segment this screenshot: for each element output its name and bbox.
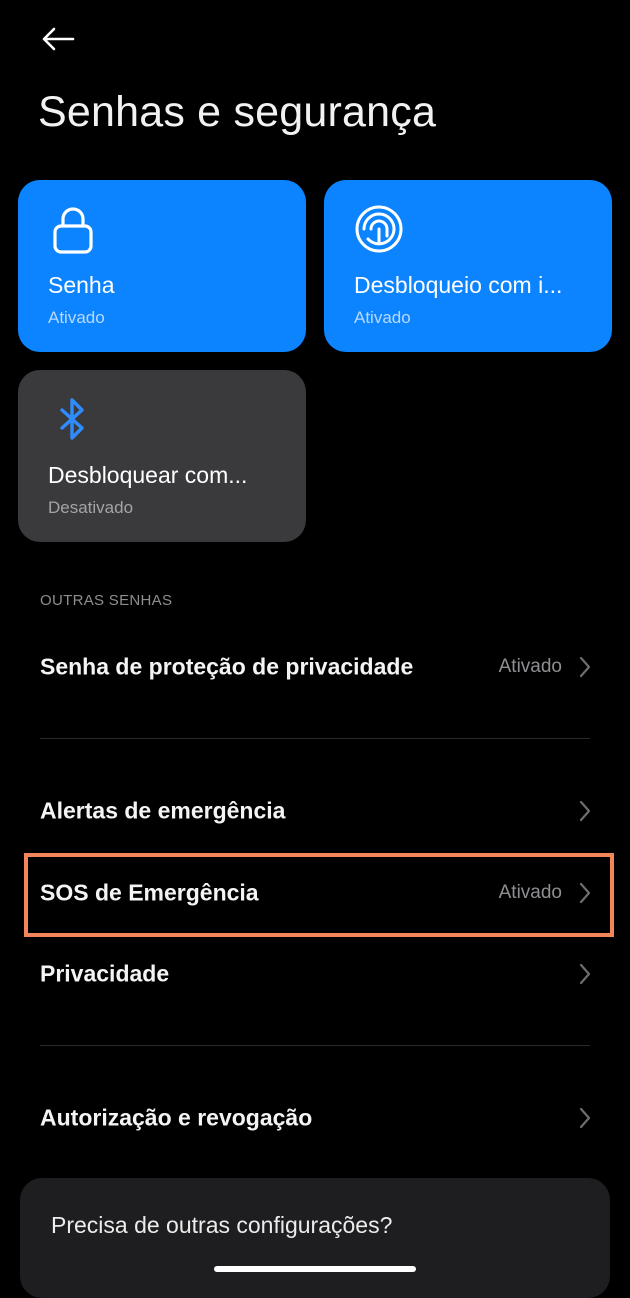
back-button[interactable] [30,16,86,62]
privacy-protection-password-row[interactable]: Senha de proteção de privacidade Ativado [0,632,630,702]
arrow-left-icon [42,27,75,51]
authorization-revocation-row[interactable]: Autorização e revogação [0,1083,630,1153]
row-label: Autorização e revogação [40,1104,313,1131]
chevron-right-icon [579,963,591,985]
row-label: Privacidade [40,960,170,987]
card-status: Desativado [48,498,134,517]
card-status: Ativado [48,308,105,327]
face-unlock-card[interactable]: Desbloqueio com i... Ativado [324,180,612,352]
row-value: Ativado [498,882,562,903]
divider [40,738,590,739]
row-label: SOS de Emergência [40,879,259,906]
card-title: Senha [48,272,115,298]
home-indicator[interactable] [214,1266,416,1272]
section-header-other-passwords: OUTRAS SENHAS [40,592,173,609]
row-value: Ativado [498,656,562,677]
emergency-alerts-row[interactable]: Alertas de emergência [0,776,630,846]
chevron-right-icon [579,882,591,904]
help-card-text: Precisa de outras configurações? [51,1212,393,1238]
page-title: Senhas e segurança [38,88,437,136]
card-status: Ativado [354,308,411,327]
help-card[interactable]: Precisa de outras configurações? [20,1178,610,1298]
password-card[interactable]: Senha Ativado [18,180,306,352]
row-label: Senha de proteção de privacidade [40,653,414,680]
card-title: Desbloqueio com i... [354,272,563,298]
lock-icon [53,207,93,254]
face-unlock-icon [355,205,403,253]
chevron-right-icon [579,656,591,678]
chevron-right-icon [579,1107,591,1129]
divider [40,1045,590,1046]
bluetooth-icon [60,398,84,440]
privacy-row[interactable]: Privacidade [0,939,630,1009]
card-title: Desbloquear com... [48,462,248,488]
chevron-right-icon [579,800,591,822]
bluetooth-unlock-card[interactable]: Desbloquear com... Desativado [18,370,306,542]
row-label: Alertas de emergência [40,797,286,824]
emergency-sos-row[interactable]: SOS de Emergência Ativado [0,858,630,928]
